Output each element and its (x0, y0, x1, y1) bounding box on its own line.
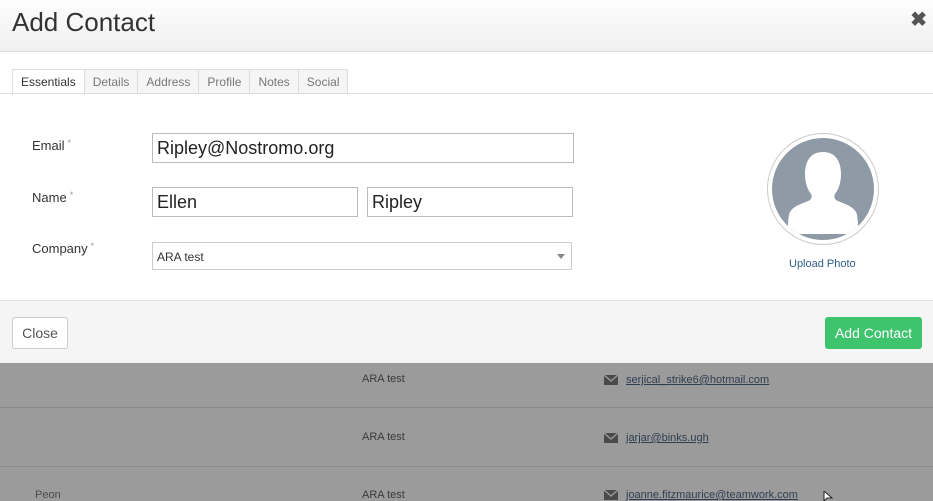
add-contact-modal: Add Contact ✖ Essentials Details Address… (0, 0, 933, 363)
modal-footer: Close Add Contact (0, 300, 933, 363)
close-icon[interactable]: ✖ (910, 10, 927, 30)
company-label-text: Company (32, 241, 88, 256)
envelope-icon (604, 433, 618, 443)
tab-profile[interactable]: Profile (198, 69, 251, 94)
envelope-icon (604, 375, 618, 385)
name-label-text: Name (32, 190, 67, 205)
avatar[interactable] (767, 133, 879, 245)
row-email-link[interactable]: serjical_strike6@hotmail.com (626, 374, 769, 386)
company-label: Company * (32, 241, 94, 256)
row-email-link[interactable]: jarjar@binks.ugh (626, 432, 709, 444)
email-label: Email * (32, 138, 71, 153)
chevron-down-icon (557, 254, 565, 259)
add-contact-button[interactable]: Add Contact (825, 317, 922, 349)
modal-header: Add Contact ✖ (0, 0, 933, 52)
company-select[interactable]: ARA test (152, 242, 572, 270)
close-button[interactable]: Close (12, 317, 68, 349)
last-name-field[interactable] (367, 187, 573, 217)
email-label-text: Email (32, 138, 65, 153)
row-company: ARA test (362, 431, 405, 443)
row-role: Peon (35, 489, 61, 501)
tab-divider (0, 93, 933, 94)
person-silhouette-icon (788, 152, 858, 234)
row-email-link[interactable]: joanne.fitzmaurice@teamwork.com (626, 489, 798, 501)
table-row: Peon ARA test joanne.fitzmaurice@teamwor… (0, 467, 933, 501)
required-marker: * (69, 190, 74, 200)
modal-title: Add Contact (12, 7, 156, 37)
tab-bar: Essentials Details Address Profile Notes… (12, 69, 349, 95)
mouse-cursor-icon (823, 491, 833, 501)
table-row: ARA test jarjar@binks.ugh (0, 409, 933, 467)
avatar-placeholder (772, 138, 874, 240)
envelope-icon (604, 490, 618, 500)
tab-essentials[interactable]: Essentials (12, 69, 85, 95)
tab-social[interactable]: Social (297, 69, 349, 94)
tab-address[interactable]: Address (137, 69, 200, 94)
row-company: ARA test (362, 489, 405, 501)
required-marker: * (67, 138, 72, 148)
tab-details[interactable]: Details (83, 69, 139, 94)
required-marker: * (90, 241, 95, 251)
company-select-value: ARA test (157, 250, 204, 264)
first-name-field[interactable] (152, 187, 358, 217)
tab-notes[interactable]: Notes (249, 69, 299, 94)
upload-photo-link[interactable]: Upload Photo (789, 258, 856, 270)
email-field[interactable] (152, 133, 574, 163)
name-label: Name * (32, 190, 73, 205)
row-company: ARA test (362, 373, 405, 385)
